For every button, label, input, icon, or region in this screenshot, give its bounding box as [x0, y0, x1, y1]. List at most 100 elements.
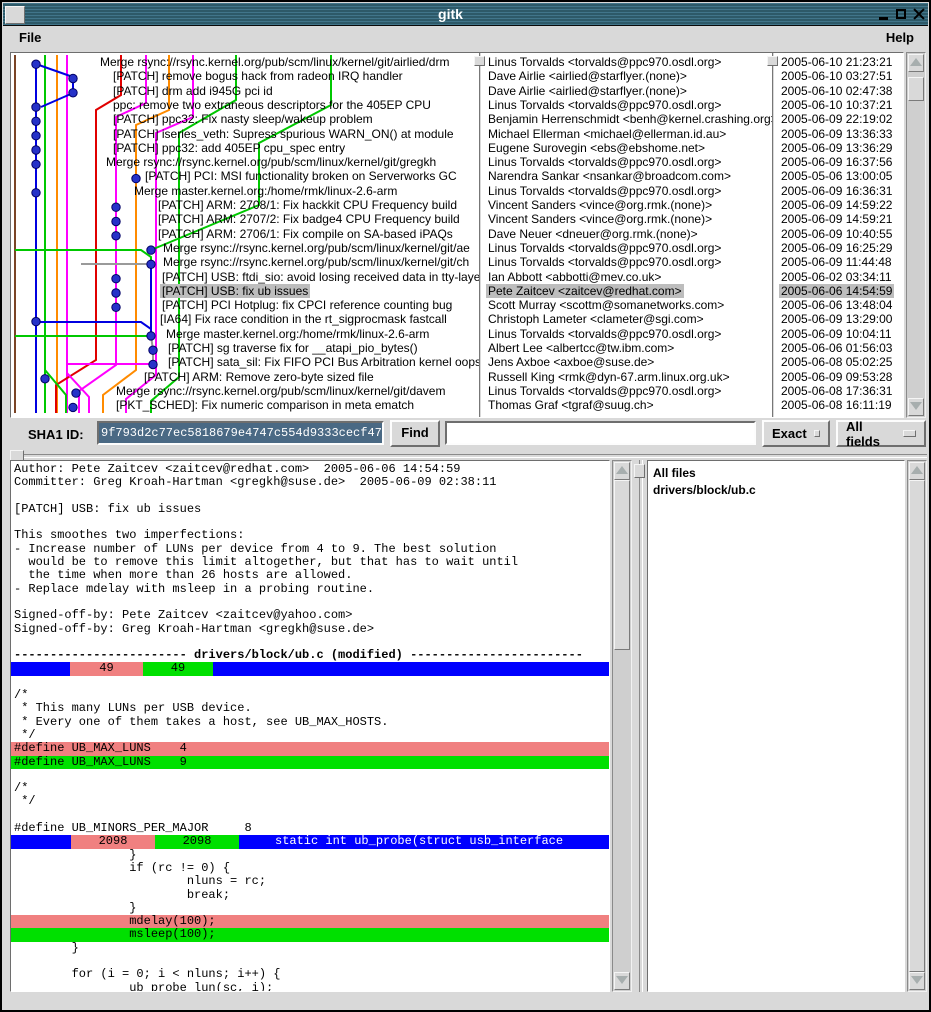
- commit-subject[interactable]: [PATCH] sata_sil: Fix FIFO PCI Bus Arbit…: [11, 355, 479, 369]
- commit-subject[interactable]: [PATCH] ARM: 2707/2: Fix badge4 CPU Freq…: [11, 212, 479, 226]
- commit-author[interactable]: Linus Torvalds <torvalds@ppc970.osdl.org…: [482, 98, 772, 112]
- commit-date[interactable]: 2005-06-09 16:37:56: [775, 155, 903, 169]
- scroll-up-arrow[interactable]: [908, 54, 924, 72]
- commit-subject[interactable]: [PATCH] remove bogus hack from radeon IR…: [11, 69, 479, 83]
- commit-subject[interactable]: [PATCH] sg traverse fix for __atapi_pio_…: [11, 341, 479, 355]
- search-fields-dropdown[interactable]: All fields: [836, 420, 926, 447]
- commit-date[interactable]: 2005-06-09 11:44:48: [775, 255, 903, 269]
- minimize-button[interactable]: [874, 3, 892, 25]
- commit-subject[interactable]: ppc: remove two extraneous descriptors f…: [11, 98, 479, 112]
- commit-author[interactable]: Linus Torvalds <torvalds@ppc970.osdl.org…: [482, 327, 772, 341]
- commit-date[interactable]: 2005-06-06 14:54:59: [775, 284, 903, 298]
- file-list-pane[interactable]: All filesdrivers/block/ub.c: [647, 460, 905, 992]
- commit-author[interactable]: Jens Axboe <axboe@suse.de>: [482, 355, 772, 369]
- commit-list-scrollbar[interactable]: [906, 52, 926, 418]
- scroll-down-arrow[interactable]: [908, 398, 924, 416]
- commit-date[interactable]: 2005-06-06 01:56:03: [775, 341, 903, 355]
- commit-date[interactable]: 2005-06-10 02:47:38: [775, 84, 903, 98]
- commit-subject[interactable]: [PATCH] iseries_veth: Supress spurious W…: [11, 127, 479, 141]
- commit-list[interactable]: Merge rsync://rsync.kernel.org/pub/scm/l…: [10, 52, 904, 418]
- diff-scrollbar[interactable]: [612, 460, 632, 992]
- commit-date[interactable]: 2005-06-09 10:40:55: [775, 227, 903, 241]
- commit-subject[interactable]: [PATCH] drm add i945G pci id: [11, 84, 479, 98]
- vertical-sash[interactable]: [639, 460, 643, 992]
- scroll-down-arrow[interactable]: [909, 972, 925, 990]
- commit-subject[interactable]: [PATCH] USB: ftdi_sio: avoid losing rece…: [11, 270, 479, 284]
- vertical-sash-handle[interactable]: [634, 464, 645, 478]
- commit-author[interactable]: Linus Torvalds <torvalds@ppc970.osdl.org…: [482, 255, 772, 269]
- commit-date[interactable]: 2005-06-09 22:19:02: [775, 112, 903, 126]
- commit-date[interactable]: 2005-06-09 13:36:33: [775, 127, 903, 141]
- commit-date[interactable]: 2005-06-09 16:36:31: [775, 184, 903, 198]
- scroll-down-arrow[interactable]: [614, 972, 630, 990]
- commit-date[interactable]: 2005-06-09 13:29:00: [775, 312, 903, 326]
- commit-author[interactable]: Linus Torvalds <torvalds@ppc970.osdl.org…: [482, 155, 772, 169]
- commit-date[interactable]: 2005-06-09 14:59:21: [775, 212, 903, 226]
- diff-pane[interactable]: Author: Pete Zaitcev <zaitcev@redhat.com…: [10, 460, 610, 992]
- commit-subject[interactable]: [PKT_SCHED]: Fix numeric comparison in m…: [11, 398, 479, 412]
- commit-author[interactable]: Linus Torvalds <torvalds@ppc970.osdl.org…: [482, 184, 772, 198]
- commit-subject[interactable]: [PATCH] ppc32: Fix nasty sleep/wakeup pr…: [11, 112, 479, 126]
- commit-author[interactable]: Dave Airlie <airlied@starflyer.(none)>: [482, 84, 772, 98]
- commit-author[interactable]: Dave Airlie <airlied@starflyer.(none)>: [482, 69, 772, 83]
- file-list-item[interactable]: drivers/block/ub.c: [653, 482, 904, 499]
- commit-date[interactable]: 2005-06-09 10:04:11: [775, 327, 903, 341]
- close-button[interactable]: [910, 3, 928, 25]
- commit-author[interactable]: Benjamin Herrenschmidt <benh@kernel.cras…: [482, 112, 772, 126]
- commit-subject[interactable]: [PATCH] PCI Hotplug: fix CPCI reference …: [11, 298, 479, 312]
- menu-file[interactable]: File: [19, 30, 41, 45]
- commit-date[interactable]: 2005-06-08 17:36:31: [775, 384, 903, 398]
- search-entry[interactable]: [445, 421, 756, 445]
- commit-date[interactable]: 2005-06-09 16:25:29: [775, 241, 903, 255]
- commit-author[interactable]: Linus Torvalds <torvalds@ppc970.osdl.org…: [482, 241, 772, 255]
- scrollbar-thumb[interactable]: [908, 77, 924, 101]
- commit-author[interactable]: Christoph Lameter <clameter@sgi.com>: [482, 312, 772, 326]
- commit-author[interactable]: Linus Torvalds <torvalds@ppc970.osdl.org…: [482, 384, 772, 398]
- commit-subject[interactable]: [PATCH] ARM: 2708/1: Fix hackkit CPU Fre…: [11, 198, 479, 212]
- commit-subject[interactable]: Merge rsync://rsync.kernel.org/pub/scm/l…: [11, 55, 479, 69]
- commit-date[interactable]: 2005-06-10 21:23:21: [775, 55, 903, 69]
- commit-subject[interactable]: Merge master.kernel.org:/home/rmk/linux-…: [11, 327, 479, 341]
- scrollbar-thumb[interactable]: [909, 480, 925, 972]
- commit-date[interactable]: 2005-06-09 14:59:22: [775, 198, 903, 212]
- menu-help[interactable]: Help: [886, 30, 914, 45]
- scroll-up-arrow[interactable]: [614, 462, 630, 480]
- commit-author[interactable]: Dave Neuer <dneuer@org.rmk.(none)>: [482, 227, 772, 241]
- commit-subject[interactable]: [PATCH] PCI: MSI functionality broken on…: [11, 169, 479, 183]
- scrollbar-thumb[interactable]: [614, 480, 630, 650]
- commit-date[interactable]: 2005-06-09 09:53:28: [775, 370, 903, 384]
- commit-subject[interactable]: [PATCH] ppc32: add 405EP cpu_spec entry: [11, 141, 479, 155]
- column-sash-2-handle[interactable]: [767, 56, 778, 66]
- commit-author[interactable]: Narendra Sankar <nsankar@broadcom.com>: [482, 169, 772, 183]
- commit-author[interactable]: Pete Zaitcev <zaitcev@redhat.com>: [482, 284, 772, 298]
- scroll-up-arrow[interactable]: [909, 462, 925, 480]
- file-list-item[interactable]: All files: [653, 465, 904, 482]
- commit-author[interactable]: Vincent Sanders <vince@org.rmk.(none)>: [482, 198, 772, 212]
- commit-date[interactable]: 2005-06-10 10:37:21: [775, 98, 903, 112]
- commit-date[interactable]: 2005-06-08 05:02:25: [775, 355, 903, 369]
- commit-date[interactable]: 2005-06-09 13:36:29: [775, 141, 903, 155]
- maximize-button[interactable]: [892, 3, 910, 25]
- commit-author[interactable]: Thomas Graf <tgraf@suug.ch>: [482, 398, 772, 412]
- commit-subject[interactable]: [PATCH] ARM: Remove zero-byte sized file: [11, 370, 479, 384]
- window-menu-button[interactable]: [5, 6, 25, 24]
- commit-date[interactable]: 2005-05-06 13:00:05: [775, 169, 903, 183]
- commit-author[interactable]: Scott Murray <scottm@somanetworks.com>: [482, 298, 772, 312]
- commit-author[interactable]: Albert Lee <albertcc@tw.ibm.com>: [482, 341, 772, 355]
- commit-author[interactable]: Ian Abbott <abbotti@mev.co.uk>: [482, 270, 772, 284]
- commit-author[interactable]: Michael Ellerman <michael@ellerman.id.au…: [482, 127, 772, 141]
- commit-date[interactable]: 2005-06-02 03:34:11: [775, 270, 903, 284]
- file-list-scrollbar[interactable]: [907, 460, 927, 992]
- find-button[interactable]: Find: [390, 420, 440, 447]
- commit-author[interactable]: Vincent Sanders <vince@org.rmk.(none)>: [482, 212, 772, 226]
- commit-date[interactable]: 2005-06-08 16:11:19: [775, 398, 903, 412]
- commit-date[interactable]: 2005-06-10 03:27:51: [775, 69, 903, 83]
- commit-subject[interactable]: Merge rsync://rsync.kernel.org/pub/scm/l…: [11, 384, 479, 398]
- commit-subject[interactable]: Merge rsync://rsync.kernel.org/pub/scm/l…: [11, 255, 479, 269]
- commit-subject[interactable]: Merge rsync://rsync.kernel.org/pub/scm/l…: [11, 241, 479, 255]
- column-sash-1-handle[interactable]: [474, 56, 485, 66]
- commit-subject[interactable]: [PATCH] ARM: 2706/1: Fix compile on SA-b…: [11, 227, 479, 241]
- commit-subject[interactable]: Merge rsync://rsync.kernel.org/pub/scm/l…: [11, 155, 479, 169]
- commit-subject[interactable]: Merge master.kernel.org:/home/rmk/linux-…: [11, 184, 479, 198]
- commit-author[interactable]: Eugene Surovegin <ebs@ebshome.net>: [482, 141, 772, 155]
